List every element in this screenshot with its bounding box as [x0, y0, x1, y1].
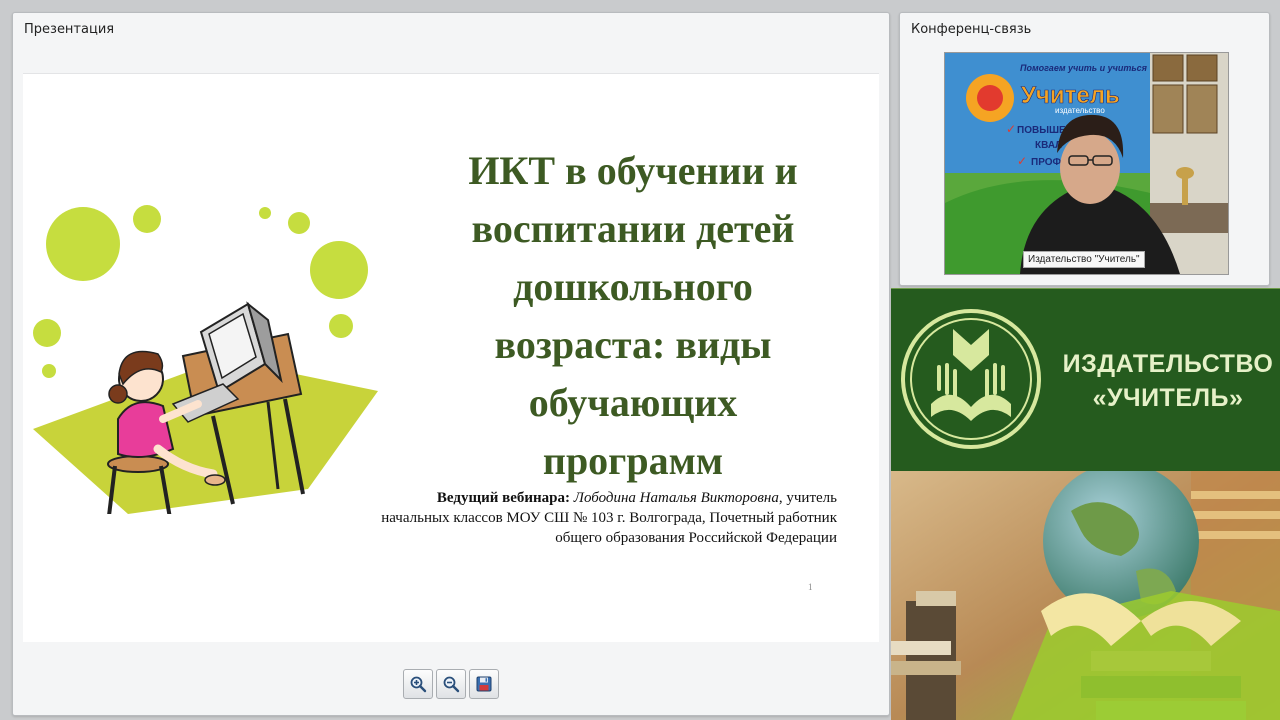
publisher-logo-icon — [901, 309, 1041, 449]
presentation-toolbar — [403, 669, 499, 699]
slide-title-line: воспитании детей — [471, 206, 795, 251]
slide-title-line: возраста: виды — [494, 322, 772, 367]
slide-title-line: ИКТ в обучении и — [468, 148, 798, 193]
books-globe-image — [891, 471, 1280, 720]
svg-text:✓: ✓ — [1017, 154, 1027, 168]
publisher-name-line: ИЗДАТЕЛЬСТВО — [1062, 350, 1274, 378]
zoom-out-button[interactable] — [436, 669, 466, 699]
slide-title: ИКТ в обучении и воспитании детей дошкол… — [403, 142, 863, 490]
slide-title-line: программ — [542, 438, 724, 483]
byline-text: общего образования Российской Федерации — [555, 530, 837, 546]
floppy-disk-icon — [476, 676, 492, 692]
zoom-in-icon — [410, 676, 427, 693]
slide-title-line: дошкольного — [513, 264, 753, 309]
girl-at-computer-clipart — [33, 205, 378, 514]
zoom-out-icon — [443, 676, 460, 693]
presenter-name: Лободина Наталья Викторовна — [573, 490, 779, 506]
slide-title-line: обучающих — [528, 380, 738, 425]
poster-slogan: Помогаем учить и учиться — [1020, 63, 1148, 73]
byline-text: , учитель — [778, 490, 837, 506]
video-caption: Издательство "Учитель" — [1023, 251, 1145, 268]
svg-text:✓: ✓ — [1006, 122, 1016, 136]
conference-panel: Конференц-связь Помогаем учить и учиться… — [899, 12, 1270, 286]
presenter-byline: Ведущий вебинара: Лободина Наталья Викто… — [317, 488, 837, 548]
byline-label: Ведущий вебинара: — [436, 490, 571, 506]
byline-text: начальных классов МОУ СШ № 103 г. Волгог… — [381, 510, 837, 526]
poster-check: ПРОФ — [1031, 157, 1062, 168]
slide-page-number: 1 — [808, 582, 813, 592]
save-button[interactable] — [469, 669, 499, 699]
poster-logo-sub: издательство — [1055, 106, 1105, 115]
publisher-name-line: «УЧИТЕЛЬ» — [1092, 384, 1244, 412]
presentation-panel: Презентация ИКТ в обучении и воспитании … — [12, 12, 890, 716]
books-globe-illustration — [891, 471, 1280, 720]
zoom-in-button[interactable] — [403, 669, 433, 699]
poster-logo-word: Учитель — [1021, 82, 1120, 109]
presentation-panel-title: Презентация — [24, 22, 115, 37]
webcam-video[interactable]: Помогаем учить и учиться Учитель издател… — [944, 52, 1229, 275]
publisher-name: ИЗДАТЕЛЬСТВО «УЧИТЕЛЬ» — [1056, 347, 1280, 415]
webcam-frame: Помогаем учить и учиться Учитель издател… — [945, 53, 1228, 274]
publisher-banner: ИЗДАТЕЛЬСТВО «УЧИТЕЛЬ» — [891, 288, 1280, 471]
conference-panel-title: Конференц-связь — [911, 22, 1032, 37]
slide: ИКТ в обучении и воспитании детей дошкол… — [23, 73, 879, 642]
